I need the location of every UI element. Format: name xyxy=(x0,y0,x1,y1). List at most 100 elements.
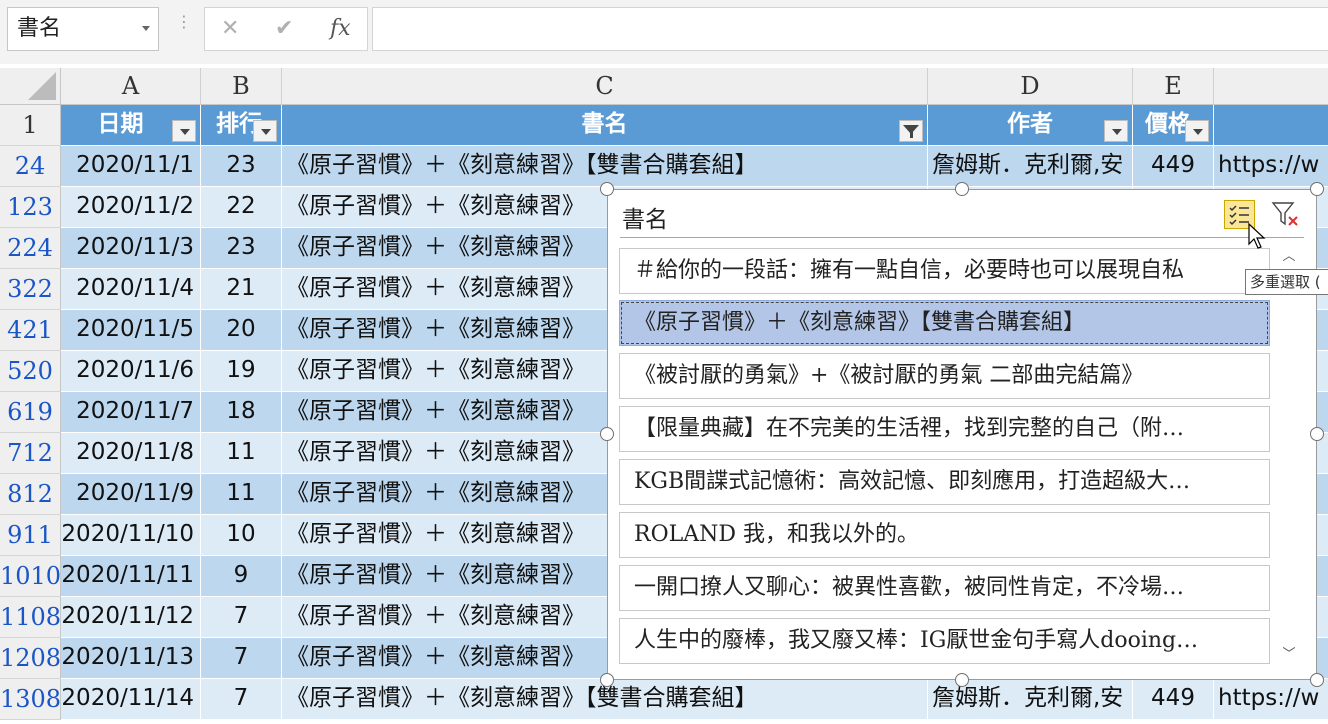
cell-price[interactable]: 449 xyxy=(1133,679,1214,720)
tooltip: 多重選取 ( xyxy=(1245,269,1328,295)
cell-date[interactable]: 2020/11/13 xyxy=(61,638,201,679)
cell-rank[interactable]: 7 xyxy=(201,638,282,679)
slicer-item[interactable]: 一開口撩人又聊心：被異性喜歡，被同性肯定，不冷場… xyxy=(619,565,1270,611)
column-header-d[interactable]: D xyxy=(928,68,1133,105)
cell-rank[interactable]: 7 xyxy=(201,597,282,638)
row-header[interactable]: 1 xyxy=(0,105,61,146)
slicer-item[interactable]: ＃給你的一段話：擁有一點自信，必要時也可以展現自私 xyxy=(619,248,1270,294)
select-all-icon xyxy=(28,72,56,100)
cell-link[interactable]: https://w xyxy=(1214,679,1328,720)
cell-rank[interactable]: 20 xyxy=(201,310,282,351)
row-header[interactable]: 421 xyxy=(0,310,61,351)
cell-date[interactable]: 2020/11/10 xyxy=(61,515,201,556)
scroll-up-icon[interactable]: ︿ xyxy=(1280,250,1298,264)
cell-date[interactable]: 2020/11/5 xyxy=(61,310,201,351)
row-header[interactable]: 520 xyxy=(0,351,61,392)
cell-rank[interactable]: 9 xyxy=(201,556,282,597)
clear-filter-button[interactable] xyxy=(1270,200,1301,229)
cell-rank[interactable]: 21 xyxy=(201,269,282,310)
row-header[interactable]: 224 xyxy=(0,228,61,269)
chevron-down-icon xyxy=(180,129,190,135)
cell-date[interactable]: 2020/11/2 xyxy=(61,187,201,228)
slicer-panel[interactable]: 書名 ＃給你的一段話：擁有一點自信，必要時也可以展現自私 《原子習慣》＋《刻意練習… xyxy=(607,189,1317,680)
resize-handle[interactable] xyxy=(1310,427,1324,441)
cell-rank[interactable]: 7 xyxy=(201,679,282,720)
cell-date[interactable]: 2020/11/11 xyxy=(61,556,201,597)
cell-rank[interactable]: 11 xyxy=(201,433,282,474)
cell-rank[interactable]: 23 xyxy=(201,146,282,187)
column-header-c[interactable]: C xyxy=(282,68,928,105)
resize-handle[interactable] xyxy=(955,182,969,196)
resize-handle[interactable] xyxy=(1310,673,1324,687)
filter-dropdown-button[interactable] xyxy=(1185,120,1209,142)
cell-date[interactable]: 2020/11/12 xyxy=(61,597,201,638)
slicer-item[interactable]: 人生中的廢棒，我又廢又棒：IG厭世金句手寫人dooing… xyxy=(619,618,1270,664)
resize-handle[interactable] xyxy=(600,427,614,441)
name-box[interactable]: 書名 xyxy=(7,7,159,51)
row-header[interactable]: 619 xyxy=(0,392,61,433)
formula-bar: 書名 ⋮ ✕ ✔ fx xyxy=(0,0,1328,64)
filter-active-button[interactable] xyxy=(899,120,923,142)
filter-dropdown-button[interactable] xyxy=(172,120,196,142)
resize-handle[interactable] xyxy=(600,182,614,196)
resize-handle[interactable] xyxy=(1310,182,1324,196)
cell-rank[interactable]: 19 xyxy=(201,351,282,392)
row-header[interactable]: 123 xyxy=(0,187,61,228)
cell-rank[interactable]: 18 xyxy=(201,392,282,433)
cell-date[interactable]: 2020/11/8 xyxy=(61,433,201,474)
slicer-scrollbar[interactable]: ︿ ﹀ xyxy=(1274,248,1304,666)
cell-rank[interactable]: 23 xyxy=(201,228,282,269)
row-header[interactable]: 712 xyxy=(0,433,61,474)
resize-handle[interactable] xyxy=(600,673,614,687)
cell-date[interactable]: 2020/11/9 xyxy=(61,474,201,515)
cell-author[interactable]: 詹姆斯．克利爾,安 xyxy=(928,146,1133,187)
select-all-corner[interactable] xyxy=(0,68,61,105)
column-header-a[interactable]: A xyxy=(61,68,201,105)
cell-date[interactable]: 2020/11/6 xyxy=(61,351,201,392)
row-header[interactable]: 1108 xyxy=(0,597,61,638)
resize-handle[interactable] xyxy=(955,673,969,687)
cell-rank[interactable]: 10 xyxy=(201,515,282,556)
column-header-e[interactable]: E xyxy=(1133,68,1214,105)
slicer-item-selected[interactable]: 《原子習慣》＋《刻意練習》【雙書合購套組】 xyxy=(619,300,1270,346)
drag-handle-icon[interactable]: ⋮ xyxy=(176,14,192,40)
cell-price[interactable]: 449 xyxy=(1133,146,1214,187)
column-header-b[interactable]: B xyxy=(201,68,282,105)
row-header[interactable]: 322 xyxy=(0,269,61,310)
cell-link[interactable]: https://w xyxy=(1214,146,1328,187)
slicer-item[interactable]: KGB間諜式記憶術：高效記憶、即刻應用，打造超級大… xyxy=(619,459,1270,505)
insert-function-icon[interactable]: fx xyxy=(330,16,351,41)
chevron-down-icon xyxy=(261,129,271,135)
slicer-item[interactable]: 【限量典藏】在不完美的生活裡，找到完整的自己（附… xyxy=(619,406,1270,452)
cell-rank[interactable]: 22 xyxy=(201,187,282,228)
check-icon[interactable]: ✔ xyxy=(275,16,293,41)
formula-input[interactable] xyxy=(372,7,1328,51)
cell-date[interactable]: 2020/11/3 xyxy=(61,228,201,269)
header-extra xyxy=(1214,105,1328,146)
cell-date[interactable]: 2020/11/1 xyxy=(61,146,201,187)
header-title-label: 書名 xyxy=(581,111,628,137)
cell-rank[interactable]: 11 xyxy=(201,474,282,515)
row-header[interactable]: 24 xyxy=(0,146,61,187)
column-header-f[interactable] xyxy=(1214,68,1328,105)
row-header[interactable]: 911 xyxy=(0,515,61,556)
row-header[interactable]: 812 xyxy=(0,474,61,515)
header-author: 作者 xyxy=(928,105,1133,146)
cell-title[interactable]: 《原子習慣》＋《刻意練習》【雙書合購套組】 xyxy=(282,146,928,187)
cell-date[interactable]: 2020/11/4 xyxy=(61,269,201,310)
filter-dropdown-button[interactable] xyxy=(253,120,277,142)
slicer-item[interactable]: ROLAND 我，和我以外的。 xyxy=(619,512,1270,558)
row-header[interactable]: 1208 xyxy=(0,638,61,679)
chevron-down-icon[interactable] xyxy=(142,26,150,31)
header-author-label: 作者 xyxy=(1007,111,1053,137)
cell-date[interactable]: 2020/11/14 xyxy=(61,679,201,720)
slicer-item[interactable]: 《被討厭的勇氣》+《被討厭的勇氣 二部曲完結篇》 xyxy=(619,353,1270,399)
cell-date[interactable]: 2020/11/7 xyxy=(61,392,201,433)
row-header[interactable]: 1010 xyxy=(0,556,61,597)
filter-dropdown-button[interactable] xyxy=(1104,120,1128,142)
row-header[interactable]: 1308 xyxy=(0,679,61,720)
cancel-icon[interactable]: ✕ xyxy=(221,16,239,41)
slicer-divider xyxy=(620,237,1304,238)
scroll-down-icon[interactable]: ﹀ xyxy=(1280,648,1298,662)
clear-filter-icon xyxy=(1271,202,1298,226)
